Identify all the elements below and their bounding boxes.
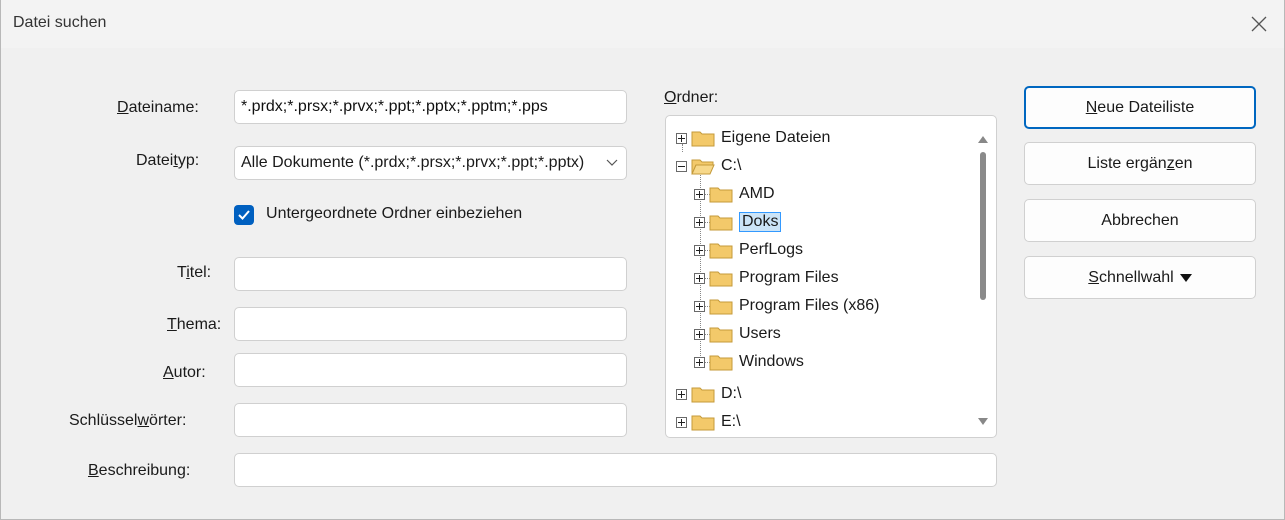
dateiname-field-wrap xyxy=(234,90,627,124)
file-search-dialog: Datei suchen Dateiname: Dateityp: Alle D… xyxy=(0,0,1285,520)
titel-field-wrap xyxy=(234,257,627,291)
folder-icon xyxy=(709,187,733,203)
tree-item-doks[interactable]: Doks xyxy=(694,208,782,236)
tree-item-program-files[interactable]: Program Files xyxy=(694,264,839,292)
collapse-icon[interactable] xyxy=(676,160,687,172)
thema-label: Thema: xyxy=(167,316,222,333)
abbrechen-button[interactable]: Abbrechen xyxy=(1024,199,1256,242)
folder-tree[interactable]: Eigene Dateien C:\ AMD Doks PerfLogs Pro… xyxy=(665,115,997,438)
autor-input[interactable] xyxy=(235,354,626,386)
folder-icon xyxy=(709,271,733,287)
tree-item-eigene-dateien[interactable]: Eigene Dateien xyxy=(676,124,830,152)
thema-input[interactable] xyxy=(235,308,626,340)
dialog-title: Datei suchen xyxy=(13,14,107,31)
expand-icon[interactable] xyxy=(694,244,705,256)
titel-label: Titel: xyxy=(177,264,212,281)
expand-icon[interactable] xyxy=(676,416,687,428)
schnellwahl-button[interactable]: Schnellwahl xyxy=(1024,256,1256,299)
expand-icon[interactable] xyxy=(694,328,705,340)
folder-icon xyxy=(709,243,733,259)
close-button[interactable] xyxy=(1241,8,1277,40)
close-icon xyxy=(1251,16,1267,32)
scroll-down-icon[interactable] xyxy=(977,416,989,426)
tree-item-users[interactable]: Users xyxy=(694,320,781,348)
neue-dateiliste-button[interactable]: Neue Dateiliste xyxy=(1024,86,1256,129)
subfolders-label[interactable]: Untergeordnete Ordner einbeziehen xyxy=(266,205,522,223)
folder-open-icon xyxy=(691,159,715,175)
expand-icon[interactable] xyxy=(694,356,705,368)
tree-item-amd[interactable]: AMD xyxy=(694,180,775,208)
tree-item-perflogs[interactable]: PerfLogs xyxy=(694,236,803,264)
scroll-thumb[interactable] xyxy=(980,152,986,300)
expand-icon[interactable] xyxy=(694,216,705,228)
beschreibung-label: Beschreibung: xyxy=(88,462,191,479)
autor-field-wrap xyxy=(234,353,627,387)
chevron-down-icon xyxy=(598,159,626,167)
folder-icon xyxy=(709,327,733,343)
tree-item-c[interactable]: C:\ xyxy=(676,152,741,180)
expand-icon[interactable] xyxy=(694,188,705,200)
dateiname-label: Dateiname: xyxy=(117,99,199,116)
dateityp-label: Dateityp: xyxy=(136,152,200,169)
schluesselwoerter-input[interactable] xyxy=(235,404,626,436)
expand-icon[interactable] xyxy=(676,132,687,144)
titel-input[interactable] xyxy=(235,258,626,290)
tree-item-d[interactable]: D:\ xyxy=(676,380,741,408)
scroll-up-icon[interactable] xyxy=(977,134,989,144)
tree-item-windows[interactable]: Windows xyxy=(694,348,804,376)
tree-item-program-files-x86[interactable]: Program Files (x86) xyxy=(694,292,879,320)
beschreibung-input[interactable] xyxy=(235,454,996,486)
tree-item-e[interactable]: E:\ xyxy=(676,408,741,436)
expand-icon[interactable] xyxy=(694,272,705,284)
folder-icon xyxy=(709,355,733,371)
expand-icon[interactable] xyxy=(694,300,705,312)
dateityp-value: Alle Dokumente (*.prdx;*.prsx;*.prvx;*.p… xyxy=(241,154,585,171)
selected-folder: Doks xyxy=(739,212,782,232)
beschreibung-field-wrap xyxy=(234,453,997,487)
dateiname-input[interactable] xyxy=(235,91,626,123)
thema-field-wrap xyxy=(234,307,627,341)
tree-scrollbar[interactable] xyxy=(971,118,995,435)
ordner-label: Ordner: xyxy=(664,89,719,106)
autor-label: Autor: xyxy=(163,364,206,381)
schluesselwoerter-label: Schlüsselwörter: xyxy=(69,412,187,429)
folder-icon xyxy=(691,387,715,403)
dropdown-triangle-icon xyxy=(1179,273,1192,282)
folder-icon xyxy=(709,215,733,231)
folder-icon xyxy=(691,415,715,431)
schluesselwoerter-field-wrap xyxy=(234,403,627,437)
dateityp-select[interactable]: Alle Dokumente (*.prdx;*.prsx;*.prvx;*.p… xyxy=(234,146,627,180)
folder-icon xyxy=(691,131,715,147)
folder-icon xyxy=(709,299,733,315)
subfolders-checkbox[interactable] xyxy=(234,205,254,225)
liste-ergaenzen-button[interactable]: Liste ergän z en xyxy=(1024,142,1256,185)
expand-icon[interactable] xyxy=(676,388,687,400)
title-bar: Datei suchen xyxy=(1,0,1284,48)
checkmark-icon xyxy=(238,210,250,220)
